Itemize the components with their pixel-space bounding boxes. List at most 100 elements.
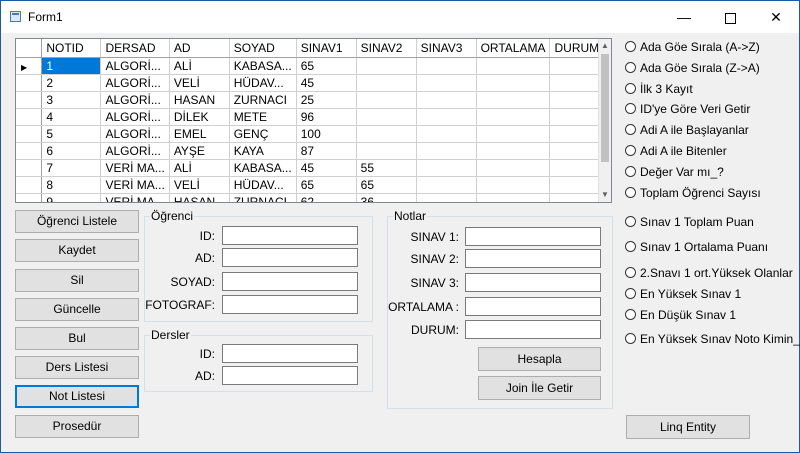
table-cell[interactable]: 7 — [41, 159, 102, 177]
table-cell[interactable]: 1 — [41, 57, 102, 75]
ortalama-input[interactable] — [465, 297, 601, 316]
not-listesi-button[interactable]: Not Listesi — [15, 385, 139, 408]
table-cell[interactable]: HÜDAV... — [229, 176, 297, 194]
table-cell[interactable]: VELİ — [169, 74, 230, 92]
table-row[interactable]: 2 ALGORİ... VELİ HÜDAV... 45 — [16, 74, 611, 92]
row-header[interactable] — [16, 125, 43, 143]
table-cell[interactable]: 65 — [296, 176, 357, 194]
table-cell[interactable]: VELİ — [169, 176, 230, 194]
radio-ilk-3-kayit[interactable]: İlk 3 Kayıt — [625, 82, 693, 96]
table-cell[interactable]: 2 — [41, 74, 102, 92]
column-header-ad[interactable]: AD — [169, 39, 230, 58]
radio-sinav1-ort-yuksek-olanlar[interactable]: 2.Snavı 1 ort.Yüksek Olanlar — [625, 266, 793, 280]
table-cell[interactable] — [476, 193, 551, 202]
row-header[interactable] — [16, 91, 43, 109]
table-cell[interactable] — [416, 74, 477, 92]
ogrenci-id-input[interactable] — [222, 226, 358, 245]
table-cell[interactable]: ALİ — [169, 159, 230, 177]
kaydet-button[interactable]: Kaydet — [15, 239, 139, 262]
column-header-soyad[interactable]: SOYAD — [229, 39, 297, 58]
radio-toplam-ogrenci-sayisi[interactable]: Toplam Öğrenci Sayısı — [625, 186, 761, 200]
table-cell[interactable]: HÜDAV... — [229, 74, 297, 92]
radio-a-ile-bitenler[interactable]: Adi A ile Bitenler — [625, 144, 727, 158]
sinav3-input[interactable] — [465, 273, 601, 292]
table-cell[interactable]: KABASA... — [229, 57, 297, 75]
table-cell[interactable]: ALGORİ... — [100, 125, 170, 143]
table-cell[interactable] — [416, 193, 477, 202]
table-cell[interactable] — [416, 176, 477, 194]
table-cell[interactable]: KAYA — [229, 142, 297, 160]
table-cell[interactable] — [356, 91, 417, 109]
table-cell[interactable] — [476, 176, 551, 194]
table-cell[interactable]: 25 — [296, 91, 357, 109]
table-cell[interactable] — [416, 142, 477, 160]
table-cell[interactable] — [476, 74, 551, 92]
table-row[interactable]: 7 VERİ MA... ALİ KABASA... 45 55 — [16, 159, 611, 177]
table-row[interactable]: 3 ALGORİ... HASAN ZURNACI 25 — [16, 91, 611, 109]
table-cell[interactable] — [416, 108, 477, 126]
guncelle-button[interactable]: Güncelle — [15, 298, 139, 321]
table-cell[interactable]: EMEL — [169, 125, 230, 143]
table-cell[interactable]: ALGORİ... — [100, 108, 170, 126]
table-cell[interactable] — [476, 142, 551, 160]
linq-entity-button[interactable]: Linq Entity — [626, 415, 750, 439]
table-cell[interactable]: 100 — [296, 125, 357, 143]
radio-sinav1-ortalama-puani[interactable]: Sınav 1 Ortalama Puanı — [625, 240, 768, 254]
sil-button[interactable]: Sil — [15, 269, 139, 292]
table-cell[interactable]: HASAN — [169, 193, 230, 202]
table-cell[interactable]: ALGORİ... — [100, 57, 170, 75]
table-cell[interactable]: 96 — [296, 108, 357, 126]
table-cell[interactable] — [476, 159, 551, 177]
table-row[interactable]: 5 ALGORİ... EMEL GENÇ 100 — [16, 125, 611, 143]
column-header-sinav2[interactable]: SINAV2 — [356, 39, 417, 58]
data-grid[interactable]: NOTID DERSAD AD SOYAD SINAV1 SINAV2 SINA… — [15, 38, 612, 203]
table-row[interactable]: 9 VERİ MA... HASAN ZURNACI 62 36 — [16, 193, 611, 202]
table-cell[interactable] — [416, 91, 477, 109]
row-header[interactable] — [16, 108, 43, 126]
table-cell[interactable]: VERİ MA... — [100, 159, 170, 177]
radio-ada-gore-sirala-za[interactable]: Ada Göe Sırala (Z->A) — [625, 61, 760, 75]
scroll-thumb[interactable] — [601, 54, 609, 162]
table-cell[interactable] — [416, 125, 477, 143]
prosedur-button[interactable]: Prosedür — [15, 415, 139, 438]
table-cell[interactable] — [356, 108, 417, 126]
table-row[interactable]: 8 VERİ MA... VELİ HÜDAV... 65 65 — [16, 176, 611, 194]
table-cell[interactable]: 65 — [296, 57, 357, 75]
ogrenci-soyad-input[interactable] — [222, 272, 358, 291]
join-ile-getir-button[interactable]: Join İle Getir — [478, 376, 601, 400]
ogrenci-foto-input[interactable] — [222, 295, 358, 314]
table-cell[interactable]: GENÇ — [229, 125, 297, 143]
column-header-sinav3[interactable]: SINAV3 — [416, 39, 477, 58]
row-header[interactable]: ▶ — [16, 57, 43, 75]
table-cell[interactable]: 87 — [296, 142, 357, 160]
table-cell[interactable]: 6 — [41, 142, 102, 160]
ders-ad-input[interactable] — [222, 366, 358, 385]
sinav1-input[interactable] — [465, 227, 601, 246]
table-cell[interactable]: KABASA... — [229, 159, 297, 177]
table-cell[interactable] — [476, 91, 551, 109]
table-cell[interactable]: 36 — [356, 193, 417, 202]
table-cell[interactable]: ALGORİ... — [100, 91, 170, 109]
ogrenci-ad-input[interactable] — [222, 248, 358, 267]
table-cell[interactable] — [416, 57, 477, 75]
table-cell[interactable] — [476, 57, 551, 75]
table-cell[interactable] — [356, 142, 417, 160]
column-header-ortalama[interactable]: ORTALAMA — [476, 39, 551, 58]
sinav2-input[interactable] — [465, 249, 601, 268]
radio-deger-var-mi[interactable]: Değer Var mı_? — [625, 165, 724, 179]
table-cell[interactable] — [356, 74, 417, 92]
table-cell[interactable] — [416, 159, 477, 177]
radio-en-yuksek-sinav1[interactable]: En Yüksek Sınav 1 — [625, 287, 741, 301]
table-row[interactable]: 4 ALGORİ... DİLEK METE 96 — [16, 108, 611, 126]
grid-vertical-scrollbar[interactable]: ▲ ▼ — [598, 39, 611, 202]
table-cell[interactable]: 3 — [41, 91, 102, 109]
table-cell[interactable]: ZURNACI — [229, 193, 297, 202]
maximize-button[interactable] — [707, 1, 753, 33]
table-cell[interactable] — [356, 57, 417, 75]
durum-input[interactable] — [465, 320, 601, 339]
table-cell[interactable]: VERİ MA... — [100, 176, 170, 194]
radio-ada-gore-sirala-az[interactable]: Ada Göe Sırala (A->Z) — [625, 40, 760, 54]
scroll-up-icon[interactable]: ▲ — [599, 39, 611, 53]
table-cell[interactable]: ALİ — [169, 57, 230, 75]
bul-button[interactable]: Bul — [15, 327, 139, 350]
